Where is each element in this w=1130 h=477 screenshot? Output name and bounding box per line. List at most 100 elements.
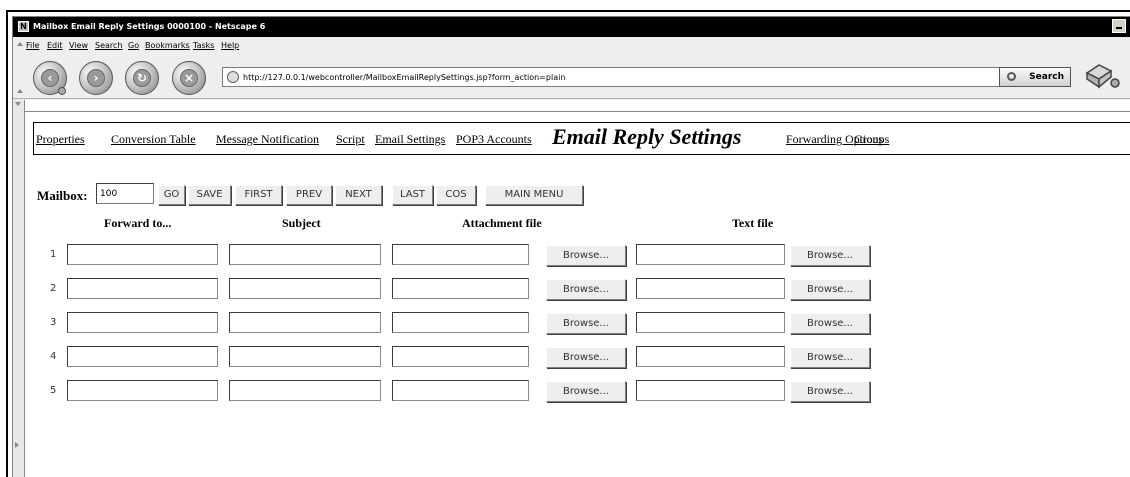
col-header-attachment-file: Attachment file [462, 216, 542, 230]
sidebar-strip [13, 100, 25, 477]
text-file-browse-button[interactable]: Browse... [790, 245, 870, 266]
search-button[interactable]: Search [999, 67, 1071, 87]
attachment-file-field[interactable] [392, 278, 529, 299]
window-title: Mailbox Email Reply Settings 0000100 - N… [33, 22, 266, 31]
cos-button[interactable]: COS [436, 185, 476, 205]
text-file-field[interactable] [636, 312, 785, 333]
main-menu-button[interactable]: MAIN MENU [485, 185, 583, 205]
reload-icon: ↻ [133, 69, 151, 87]
back-button[interactable]: ‹ [33, 61, 67, 95]
subject-field[interactable] [229, 244, 381, 265]
mailbox-input[interactable] [96, 183, 154, 204]
menu-bookmarks[interactable]: Bookmarks [145, 38, 190, 54]
stop-icon: × [180, 69, 198, 87]
subject-field[interactable] [229, 312, 381, 333]
forward-to-field[interactable] [67, 380, 218, 401]
content-top-divider [13, 100, 1130, 112]
url-bar[interactable] [222, 67, 1059, 87]
go-button[interactable]: GO [158, 185, 185, 205]
url-input[interactable] [243, 69, 1003, 85]
forward-arrow-icon: › [87, 69, 105, 87]
toolbar-grip-icon[interactable] [17, 42, 23, 46]
back-arrow-icon: ‹ [41, 69, 59, 87]
attachment-browse-button[interactable]: Browse... [546, 347, 626, 368]
tab-email-settings[interactable]: Email Settings [375, 132, 445, 147]
menu-help[interactable]: Help [221, 38, 239, 54]
toolbar-collapse-icon[interactable] [17, 89, 23, 93]
menu-go-label: Go [128, 41, 140, 50]
forward-to-field[interactable] [67, 244, 218, 265]
attachment-file-field[interactable] [392, 380, 529, 401]
menu-tasks[interactable]: Tasks [193, 38, 214, 54]
text-file-browse-button[interactable]: Browse... [790, 347, 870, 368]
subject-field[interactable] [229, 278, 381, 299]
menu-bookmarks-label: Bookmarks [145, 41, 190, 50]
menu-tasks-label: Tasks [193, 41, 215, 50]
row-number: 2 [50, 283, 57, 294]
col-header-subject: Subject [282, 216, 321, 230]
row-number: 3 [50, 317, 57, 328]
forward-button[interactable]: › [79, 61, 113, 95]
back-history-dropdown[interactable] [58, 87, 66, 95]
sidebar-expand-icon[interactable] [15, 442, 19, 448]
menu-edit[interactable]: Edit [47, 38, 63, 54]
col-header-text-file: Text file [732, 216, 774, 230]
forward-to-field[interactable] [67, 346, 218, 367]
tab-message-notification[interactable]: Message Notification [216, 132, 319, 147]
tab-email-reply-settings-active: Email Reply Settings [552, 124, 742, 149]
text-file-field[interactable] [636, 346, 785, 367]
attachment-browse-button[interactable]: Browse... [546, 381, 626, 402]
attachment-browse-button[interactable]: Browse... [546, 279, 626, 300]
menu-go[interactable]: Go [128, 38, 139, 54]
text-file-field[interactable] [636, 278, 785, 299]
menu-search[interactable]: Search [95, 38, 122, 54]
netscape-icon: N [18, 21, 29, 32]
settings-tab-nav: Properties Conversion Table Message Noti… [33, 122, 1130, 155]
menu-help-label: Help [221, 41, 240, 50]
row-number: 5 [50, 385, 57, 396]
prev-button[interactable]: PREV [286, 185, 332, 205]
text-file-browse-button[interactable]: Browse... [790, 381, 870, 402]
tab-conversion-table[interactable]: Conversion Table [111, 132, 196, 147]
subject-field[interactable] [229, 380, 381, 401]
minimize-button[interactable] [1112, 19, 1126, 33]
reload-button[interactable]: ↻ [125, 61, 159, 95]
navigation-toolbar: ‹ › ↻ × Search [13, 55, 1130, 99]
attachment-file-field[interactable] [392, 244, 529, 265]
attachment-file-field[interactable] [392, 346, 529, 367]
sidebar-collapse-icon[interactable] [15, 102, 21, 106]
menu-view-label: View [69, 41, 88, 50]
next-button[interactable]: NEXT [335, 185, 382, 205]
text-file-field[interactable] [636, 244, 785, 265]
forward-to-field[interactable] [67, 278, 218, 299]
print-icon[interactable] [1081, 61, 1121, 91]
search-button-label: Search [1029, 72, 1064, 82]
search-icon [1007, 72, 1016, 81]
last-button[interactable]: LAST [392, 185, 433, 205]
first-button[interactable]: FIRST [235, 185, 282, 205]
title-bar: N Mailbox Email Reply Settings 0000100 -… [13, 17, 1130, 37]
attachment-browse-button[interactable]: Browse... [546, 245, 626, 266]
menu-file[interactable]: File [26, 38, 39, 54]
tab-properties[interactable]: Properties [36, 132, 85, 147]
subject-field[interactable] [229, 346, 381, 367]
text-file-browse-button[interactable]: Browse... [790, 279, 870, 300]
col-header-forward-to: Forward to... [104, 216, 172, 230]
tab-pop3-accounts[interactable]: POP3 Accounts [456, 132, 532, 147]
tab-script[interactable]: Script [336, 132, 365, 147]
text-file-field[interactable] [636, 380, 785, 401]
menu-view[interactable]: View [69, 38, 88, 54]
menu-bar: File Edit View Search Go Bookmarks Tasks… [13, 38, 1130, 54]
page-globe-icon [227, 71, 239, 83]
forward-to-field[interactable] [67, 312, 218, 333]
menu-search-label: Search [95, 41, 123, 50]
save-button[interactable]: SAVE [188, 185, 231, 205]
text-file-browse-button[interactable]: Browse... [790, 313, 870, 334]
row-number: 1 [50, 249, 57, 260]
attachment-browse-button[interactable]: Browse... [546, 313, 626, 334]
attachment-file-field[interactable] [392, 312, 529, 333]
stop-button[interactable]: × [172, 61, 206, 95]
tab-groups[interactable]: Groups [854, 132, 889, 147]
mailbox-label: Mailbox: [37, 188, 88, 203]
menu-file-label: File [26, 41, 40, 50]
